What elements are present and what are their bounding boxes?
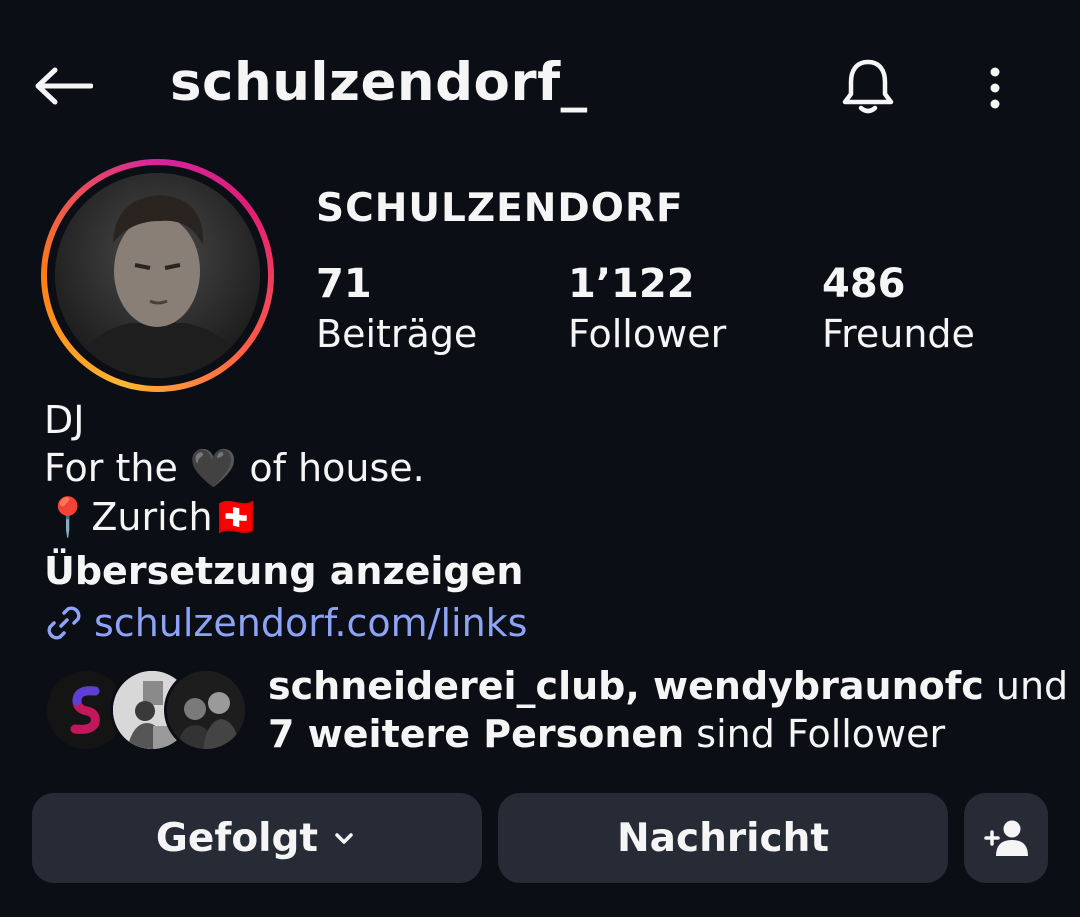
mutual-others: 7 weitere Personen (268, 712, 685, 756)
stat-posts[interactable]: 71 Beiträge (316, 262, 477, 358)
notifications-button[interactable] (836, 54, 900, 118)
bio-location-text: Zurich (91, 495, 213, 539)
stat-posts-label: Beiträge (316, 312, 478, 356)
add-user-button[interactable] (964, 793, 1048, 883)
swiss-flag-emoji: 🇨🇭 (212, 495, 260, 539)
stat-followers-label: Follower (568, 312, 727, 356)
bio-text: For the 🖤 of house. (44, 445, 425, 491)
add-user-icon (984, 820, 1028, 856)
stat-friends-count: 486 (822, 261, 906, 307)
bio-location: 📍Zurich🇨🇭 (44, 494, 260, 540)
mutual-names: schneiderei_club, wendybraunofc (268, 664, 984, 708)
website-link-text: schulzendorf.com/links (94, 601, 528, 645)
bio-category: DJ (44, 398, 85, 442)
profile-avatar-story-ring[interactable] (41, 159, 274, 392)
message-button[interactable]: Nachricht (498, 793, 948, 883)
link-icon (47, 606, 81, 640)
mutual-and: und (983, 664, 1069, 708)
bell-icon (842, 59, 894, 114)
stat-friends-label: Freunde (822, 312, 975, 356)
mutual-followers-avatars[interactable] (44, 668, 248, 752)
stat-followers-count: 1’122 (568, 261, 695, 307)
bio-text-start: For the (44, 446, 178, 490)
mutual-suffix: sind Follower (684, 712, 946, 756)
avatar (164, 668, 248, 752)
black-heart-emoji: 🖤 (189, 446, 238, 490)
back-button[interactable] (30, 58, 96, 114)
more-vertical-icon (990, 67, 1000, 109)
pin-emoji: 📍 (44, 495, 92, 539)
stat-friends[interactable]: 486 Freunde (822, 262, 975, 358)
mutual-followers-text[interactable]: schneiderei_club, wendybraunofc und 7 we… (268, 662, 1068, 758)
message-button-label: Nachricht (617, 815, 829, 861)
website-link[interactable]: schulzendorf.com/links (44, 600, 527, 646)
avatar (55, 173, 260, 378)
display-name: SCHULZENDORF (316, 186, 684, 231)
stat-posts-count: 71 (316, 261, 372, 307)
more-options-button[interactable] (970, 56, 1020, 120)
stat-followers[interactable]: 1’122 Follower (568, 262, 726, 358)
following-button-label: Gefolgt (155, 815, 319, 861)
following-button[interactable]: Gefolgt (32, 793, 482, 883)
arrow-left-icon (35, 67, 93, 105)
chevron-down-icon (335, 833, 353, 844)
translate-link[interactable]: Übersetzung anzeigen (44, 548, 523, 594)
bio-text-end: of house. (249, 446, 425, 490)
page-title-username: schulzendorf_ (170, 52, 588, 113)
